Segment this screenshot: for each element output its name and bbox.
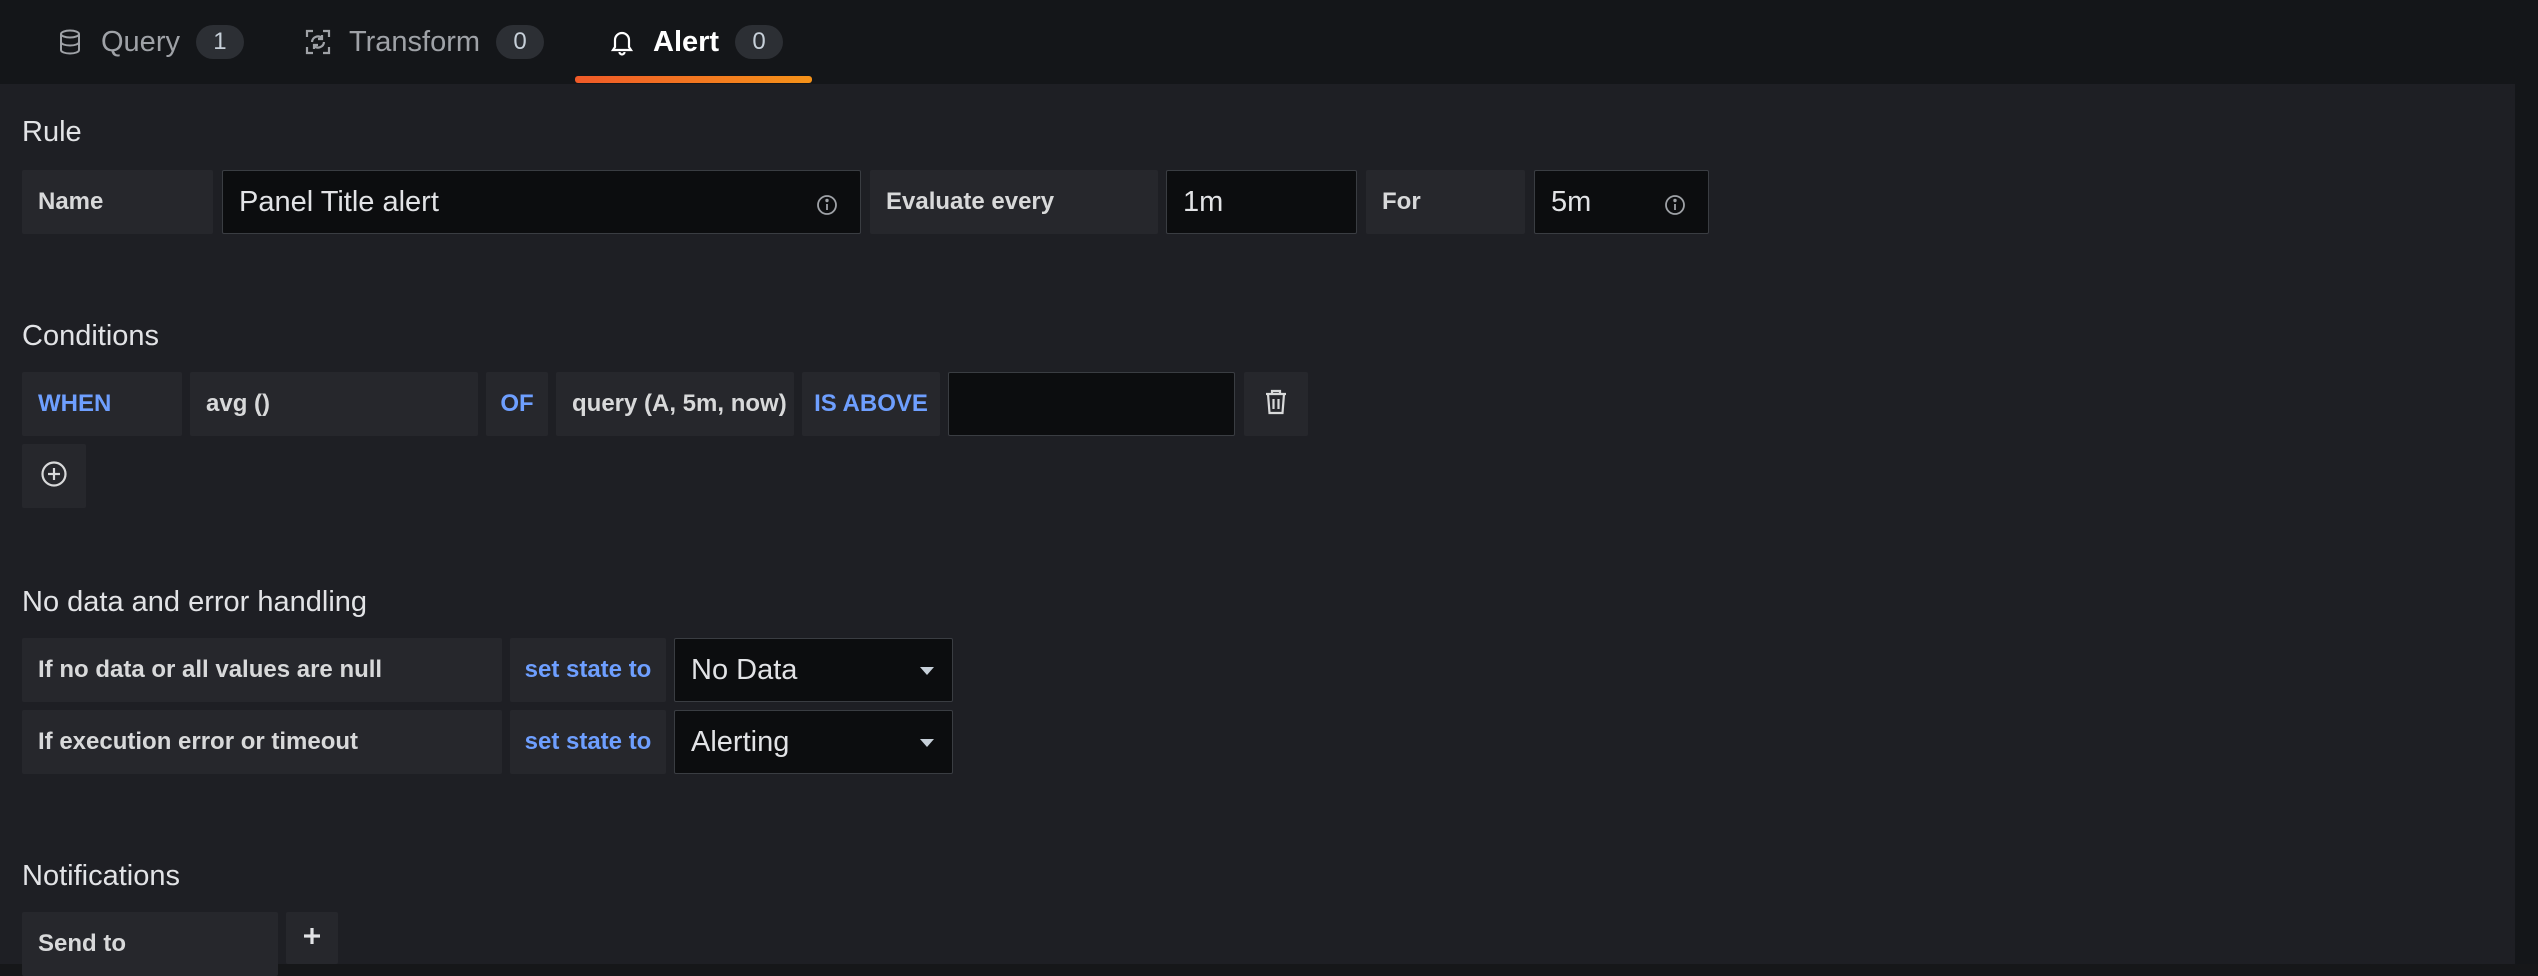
evaluator-select[interactable]: IS ABOVE	[802, 372, 940, 436]
nodata-state-value: No Data	[691, 653, 798, 686]
bell-icon	[607, 27, 637, 57]
nodata-condition-label: If no data or all values are null	[22, 638, 502, 702]
notifications-section-title: Notifications	[22, 860, 180, 892]
query-select[interactable]: query (A, 5m, now)	[556, 372, 794, 436]
of-keyword[interactable]: OF	[486, 372, 548, 436]
info-icon[interactable]	[1664, 191, 1686, 215]
plus-icon	[302, 926, 322, 951]
tab-label: Alert	[653, 25, 720, 58]
when-keyword[interactable]: WHEN	[22, 372, 182, 436]
caret-down-icon	[920, 667, 934, 675]
tab-transform[interactable]: Transform 0	[303, 0, 545, 84]
tab-label: Transform	[349, 25, 481, 58]
error-state-select[interactable]: Alerting	[674, 710, 953, 774]
alert-editor-panel: Rule Name Panel Title alert Evaluate eve…	[0, 84, 2515, 976]
plus-circle-icon	[40, 460, 68, 493]
transform-icon	[303, 27, 333, 57]
trash-icon	[1264, 388, 1288, 421]
conditions-section-title: Conditions	[22, 320, 160, 352]
caret-down-icon	[920, 739, 934, 747]
set-state-keyword: set state to	[510, 638, 666, 702]
scroll-gutter	[2515, 84, 2538, 964]
evaluate-every-label: Evaluate every	[870, 170, 1158, 234]
editor-tab-bar: Query 1 Transform 0 Alert 0	[0, 0, 2538, 84]
threshold-input[interactable]	[948, 372, 1235, 436]
for-label: For	[1366, 170, 1525, 234]
send-to-label: Send to	[22, 912, 278, 976]
rule-section-title: Rule	[22, 116, 82, 148]
evaluate-every-value: 1m	[1183, 185, 1224, 218]
tab-query[interactable]: Query 1	[55, 0, 244, 84]
nodata-section-title: No data and error handling	[22, 586, 368, 618]
name-label: Name	[22, 170, 213, 234]
tab-label: Query	[101, 25, 180, 58]
tab-count-badge: 1	[195, 25, 244, 59]
database-icon	[55, 27, 85, 57]
add-condition-button[interactable]	[22, 444, 86, 508]
tab-count-badge: 0	[735, 25, 784, 59]
set-state-keyword: set state to	[510, 710, 666, 774]
error-state-value: Alerting	[691, 725, 790, 758]
for-duration-input[interactable]: 5m	[1534, 170, 1709, 234]
delete-condition-button[interactable]	[1244, 372, 1308, 436]
error-condition-label: If execution error or timeout	[22, 710, 502, 774]
evaluate-every-input[interactable]: 1m	[1166, 170, 1357, 234]
add-notification-button[interactable]	[286, 912, 338, 964]
for-duration-value: 5m	[1551, 185, 1592, 218]
tab-count-badge: 0	[496, 25, 545, 59]
alert-name-value: Panel Title alert	[239, 185, 439, 218]
alert-name-input[interactable]: Panel Title alert	[222, 170, 861, 234]
tab-alert[interactable]: Alert 0	[607, 0, 784, 84]
info-icon[interactable]	[816, 191, 838, 215]
reducer-select[interactable]: avg ()	[190, 372, 478, 436]
nodata-state-select[interactable]: No Data	[674, 638, 953, 702]
active-tab-indicator	[575, 76, 812, 83]
